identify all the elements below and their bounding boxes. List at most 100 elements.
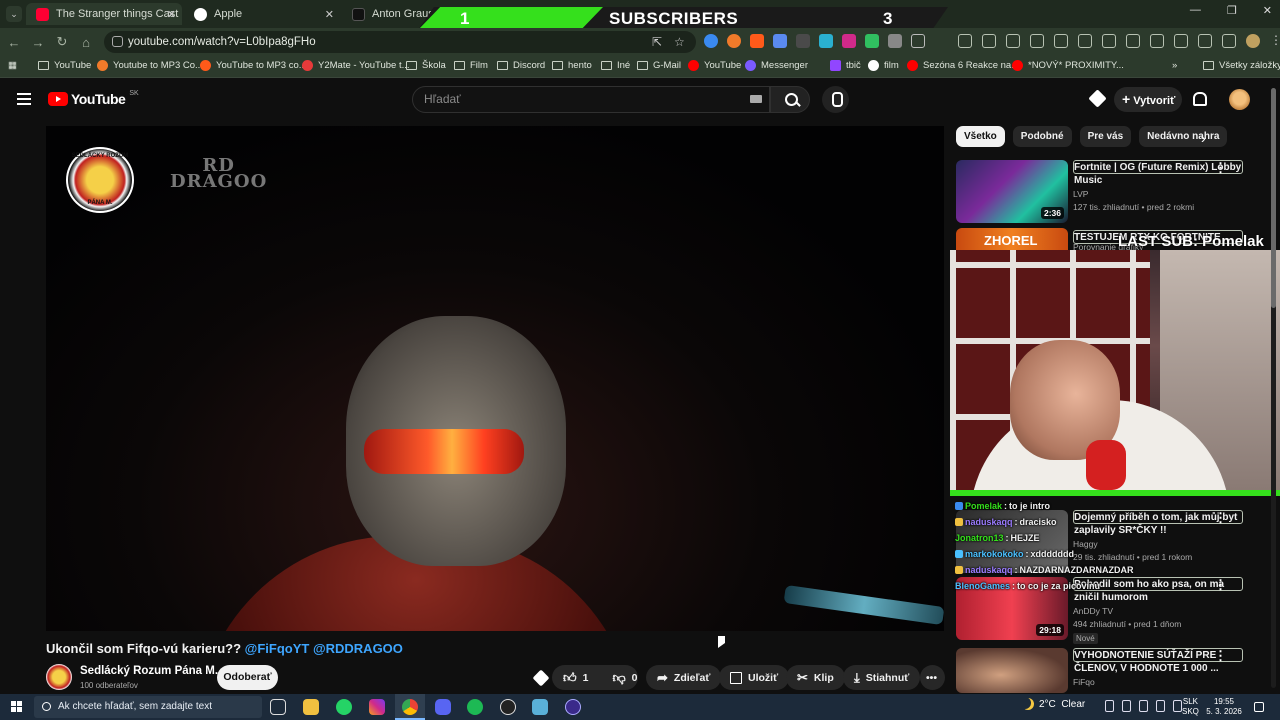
- clip-button[interactable]: ✂ Klip: [786, 665, 845, 690]
- bookmark-item[interactable]: film: [868, 60, 899, 71]
- mention-link[interactable]: @FiFqoYT: [245, 641, 310, 656]
- link-icon[interactable]: [1006, 34, 1020, 48]
- apps-icon[interactable]: [982, 34, 996, 48]
- chip-all[interactable]: Všetko: [956, 126, 1005, 147]
- location-icon[interactable]: [1150, 34, 1164, 48]
- tab-stranger-things[interactable]: The Stranger things Cast Raps ✕: [26, 3, 182, 25]
- chip-recently-uploaded[interactable]: Nedávno nahra: [1139, 126, 1228, 147]
- language-indicator[interactable]: SLK SKQ: [1182, 697, 1199, 717]
- bookmark-item[interactable]: Messenger: [745, 60, 808, 71]
- tab-apple[interactable]: Apple ✕: [184, 3, 340, 25]
- discord-icon[interactable]: [435, 699, 451, 715]
- screenshot-icon[interactable]: [1078, 34, 1092, 48]
- bookmarks-overflow-icon[interactable]: »: [1172, 60, 1177, 71]
- maximize-icon[interactable]: ❐: [1227, 4, 1237, 17]
- recommended-channel[interactable]: AnDDy TV: [1073, 606, 1113, 616]
- extension-icon[interactable]: [704, 34, 718, 48]
- forward-icon[interactable]: →: [26, 35, 50, 50]
- extension-icon[interactable]: [865, 34, 879, 48]
- task-view-icon[interactable]: [270, 699, 286, 715]
- back-icon[interactable]: ←: [2, 35, 26, 50]
- close-tab-icon[interactable]: ✕: [167, 8, 176, 21]
- bookmark-item[interactable]: *NOVÝ* PROXIMITY...: [1012, 60, 1124, 71]
- extension-icon[interactable]: [750, 34, 764, 48]
- close-tab-icon[interactable]: ✕: [325, 8, 334, 21]
- bookmark-item[interactable]: YouTube to MP3 co...: [200, 60, 307, 71]
- keyboard-icon[interactable]: [750, 95, 762, 103]
- media-control-icon[interactable]: [1222, 34, 1236, 48]
- extension-icon[interactable]: [842, 34, 856, 48]
- address-bar[interactable]: youtube.com/watch?v=L0bIpa8gFHo ⇱ ☆: [104, 31, 696, 53]
- subscribe-button[interactable]: Odoberať: [217, 665, 278, 690]
- clock[interactable]: 19:55 5. 3. 2026: [1206, 697, 1242, 717]
- home-icon[interactable]: ⌂: [74, 35, 98, 50]
- notifications-bell-icon[interactable]: [1193, 92, 1207, 106]
- reload-icon[interactable]: ↻: [50, 34, 74, 50]
- chevron-right-icon[interactable]: ›: [1201, 130, 1206, 146]
- video-thumbnail[interactable]: 2:36: [956, 160, 1068, 223]
- minimize-icon[interactable]: —: [1190, 4, 1201, 17]
- recommended-channel[interactable]: FiFqo: [1073, 677, 1095, 687]
- apps-grid-icon[interactable]: ▦: [8, 60, 17, 71]
- more-options-icon[interactable]: ⋮: [1214, 577, 1227, 593]
- instagram-icon[interactable]: [369, 699, 385, 715]
- site-info-icon[interactable]: [112, 36, 123, 47]
- share-button[interactable]: ➦ Zdieľať: [646, 665, 722, 690]
- whatsapp-icon[interactable]: [336, 699, 352, 715]
- thumbs-up-icon[interactable]: 👍︎: [563, 670, 577, 686]
- bookmark-item[interactable]: tbič: [830, 60, 861, 71]
- bookmark-item[interactable]: Iné: [601, 60, 630, 71]
- bookmark-item[interactable]: Youtube to MP3 Co...: [97, 60, 203, 71]
- bookmark-star-icon[interactable]: ☆: [674, 35, 685, 49]
- youtube-logo[interactable]: YouTube SK: [48, 90, 139, 107]
- battery-icon[interactable]: [1173, 700, 1182, 712]
- weather-widget[interactable]: 2°C Clear: [1022, 698, 1085, 710]
- mention-link[interactable]: @RDDRAGOO: [313, 641, 403, 656]
- spotify-icon[interactable]: [467, 699, 483, 715]
- obs-icon[interactable]: [500, 699, 516, 715]
- bookmark-item[interactable]: Discord: [497, 60, 545, 71]
- card-icon[interactable]: [1174, 34, 1188, 48]
- search-input[interactable]: Hľadať: [412, 86, 770, 113]
- install-icon[interactable]: ⇱: [652, 35, 662, 49]
- bookmark-item[interactable]: Sezóna 6 Reakce na...: [907, 60, 1019, 71]
- more-options-icon[interactable]: ⋮: [1214, 648, 1227, 664]
- microphone-icon[interactable]: [1122, 700, 1131, 712]
- print-icon[interactable]: [958, 34, 972, 48]
- cast-icon[interactable]: [1030, 34, 1044, 48]
- tree-icon[interactable]: [1198, 34, 1212, 48]
- save-button[interactable]: Uložiť: [719, 665, 790, 690]
- channel-name[interactable]: Sedlácký Rozum Pána M.: [80, 665, 218, 677]
- bookmark-item[interactable]: Y2Mate - YouTube t...: [302, 60, 410, 71]
- menu-dots-icon[interactable]: ⋮: [1270, 34, 1280, 48]
- profile-avatar[interactable]: [1246, 34, 1260, 48]
- voice-search-icon[interactable]: [822, 86, 849, 113]
- recommended-channel[interactable]: LVP: [1073, 189, 1088, 199]
- bookmark-item[interactable]: YouTube: [38, 60, 91, 71]
- bookmark-item[interactable]: Škola: [406, 60, 446, 71]
- channel-avatar[interactable]: [46, 664, 72, 690]
- bookmark-item[interactable]: YouTube: [688, 60, 741, 71]
- extensions-puzzle-icon[interactable]: [911, 34, 925, 48]
- video-thumbnail[interactable]: [956, 648, 1068, 693]
- bookmark-item[interactable]: hento: [552, 60, 592, 71]
- network-icon[interactable]: [1139, 700, 1148, 712]
- download-button[interactable]: ⤓ Stiahnuť: [843, 665, 921, 690]
- tab-search-icon[interactable]: ⌄: [6, 6, 22, 22]
- video-player[interactable]: [46, 126, 944, 631]
- download-icon[interactable]: [1126, 34, 1140, 48]
- account-avatar[interactable]: [1229, 89, 1250, 110]
- chip-similar[interactable]: Podobné: [1012, 126, 1072, 147]
- taskbar-search-input[interactable]: Ak chcete hľadať, sem zadajte text: [34, 696, 262, 718]
- search-button[interactable]: [770, 86, 810, 113]
- extension-icon[interactable]: [819, 34, 833, 48]
- hamburger-menu-icon[interactable]: [17, 93, 31, 105]
- more-options-icon[interactable]: ⋮: [1214, 160, 1227, 176]
- video-thumbnail[interactable]: ZHOREL: [956, 228, 1068, 250]
- app-icon[interactable]: [532, 699, 548, 715]
- close-window-icon[interactable]: ✕: [1263, 4, 1272, 17]
- recommended-video[interactable]: 2:36 Fortnite | OG (Future Remix) Lobby …: [956, 160, 1256, 228]
- chip-for-you[interactable]: Pre vás: [1079, 126, 1132, 147]
- bookmark-item[interactable]: G-Mail: [637, 60, 681, 71]
- file-explorer-icon[interactable]: [303, 699, 319, 715]
